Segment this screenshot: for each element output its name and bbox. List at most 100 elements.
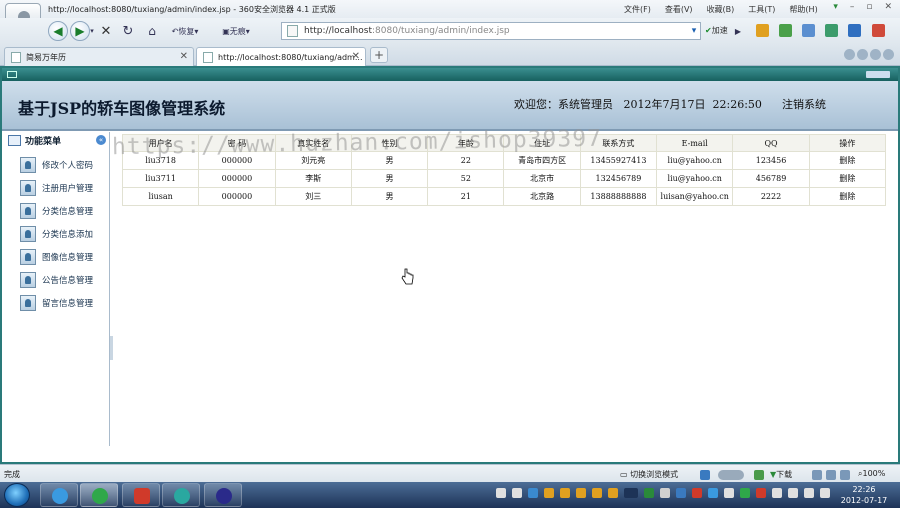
close-tab-icon[interactable]: ✕ [352, 51, 360, 62]
sidebar-item-categories[interactable]: 分类信息管理 [20, 202, 93, 220]
collapse-icon[interactable]: « [96, 135, 106, 145]
cell-address: 北京市 [503, 169, 581, 188]
window-icon[interactable] [812, 470, 822, 480]
go-icon[interactable]: ▾ [688, 22, 700, 40]
taskbar-clock[interactable]: 22:26 2012-07-17 [838, 484, 890, 506]
window-controls: ▾ – ▫ ✕ [833, 2, 892, 12]
accelerate-button[interactable]: ✔加速 [705, 25, 728, 36]
toggle-icon[interactable] [718, 470, 744, 480]
taskbar-360-browser[interactable] [80, 483, 118, 507]
shirt-icon[interactable]: ▾ [833, 2, 838, 12]
minimize-icon[interactable]: – [850, 2, 855, 12]
window-title: http://localhost:8080/tuxiang/admin/inde… [48, 5, 336, 14]
taskbar-eclipse[interactable] [204, 483, 242, 507]
qq-icon[interactable] [544, 488, 554, 498]
incognito-button[interactable]: ▣ 无痕 ▾ [214, 22, 258, 40]
tray-icon[interactable] [772, 488, 782, 498]
tray-icon[interactable] [692, 488, 702, 498]
sidebar-item-users[interactable]: 注册用户管理 [20, 179, 93, 197]
menu-view[interactable]: 查看(V) [665, 4, 693, 15]
delete-link[interactable]: 删除 [808, 169, 887, 188]
switch-mode-button[interactable]: ▭ 切换浏览模式 [620, 469, 678, 480]
restore-icon[interactable]: ▫ [866, 2, 872, 12]
menu-file[interactable]: 文件(F) [624, 4, 651, 15]
menu-favorites[interactable]: 收藏(B) [707, 4, 735, 15]
tray-icon[interactable] [512, 488, 522, 498]
cube-icon[interactable] [756, 24, 769, 37]
app-icon[interactable] [754, 470, 764, 480]
status-text: 完成 [4, 470, 20, 479]
welcome-text: 欢迎您：系统管理员 2012年7月17日 22:26:50 [514, 98, 762, 111]
sidebar-item-add-category[interactable]: 分类信息添加 [20, 225, 93, 243]
delete-link[interactable]: 删除 [808, 187, 887, 206]
cell-address: 青岛市四方区 [503, 151, 581, 170]
tray-icon[interactable] [660, 488, 670, 498]
sidebar-item-messages[interactable]: 留言信息管理 [20, 294, 93, 312]
sidebar-item-images[interactable]: 图像信息管理 [20, 248, 93, 266]
download-button[interactable]: ▼下载 [770, 469, 792, 480]
tray-icon[interactable] [496, 488, 506, 498]
sidebar-item-change-password[interactable]: 修改个人密码 [20, 156, 93, 174]
tool-icon[interactable] [802, 24, 815, 37]
globe-icon[interactable] [700, 470, 710, 480]
shield-icon[interactable] [872, 24, 885, 37]
qq-icon[interactable] [576, 488, 586, 498]
play-icon[interactable]: ▶ [733, 22, 743, 40]
qq-icon[interactable] [608, 488, 618, 498]
home-button[interactable]: ⌂ [144, 22, 160, 40]
frame-icon [7, 71, 17, 78]
qq-icon[interactable] [592, 488, 602, 498]
screen-icon[interactable] [826, 470, 836, 480]
close-tab-icon[interactable]: ✕ [180, 51, 188, 62]
forward-dropdown-icon[interactable]: ▾ [88, 22, 96, 40]
sidebar-splitter[interactable] [110, 336, 113, 360]
speaker-icon[interactable] [840, 470, 850, 480]
tray-icon[interactable] [756, 488, 766, 498]
new-tab-button[interactable]: + [370, 47, 388, 63]
app-icon[interactable] [848, 24, 861, 37]
browser-menubar: 文件(F) 查看(V) 收藏(B) 工具(T) 帮助(H) [624, 4, 818, 15]
close-icon[interactable]: ✕ [884, 2, 892, 12]
tray-icon[interactable] [644, 488, 654, 498]
back-button[interactable]: ◀ [48, 21, 68, 41]
extension-icon[interactable] [779, 24, 792, 37]
zoom-level[interactable]: ⌕100% [858, 469, 885, 479]
tray-icon[interactable] [708, 488, 718, 498]
frame-control-icon[interactable] [866, 71, 890, 78]
incognito-icon: ▣ [222, 26, 230, 36]
forward-button[interactable]: ▶ [70, 21, 90, 41]
tab-prev-icon[interactable] [857, 49, 868, 60]
menu-tools[interactable]: 工具(T) [748, 4, 775, 15]
sidebar-item-notices[interactable]: 公告信息管理 [20, 271, 93, 289]
taskbar-globe[interactable] [162, 483, 200, 507]
tray-icon[interactable] [724, 488, 734, 498]
tab-admin[interactable]: http://localhost:8080/tuxiang/adm... ✕ [196, 47, 366, 66]
taskbar-toolbox[interactable] [122, 483, 160, 507]
tray-icon[interactable] [804, 488, 814, 498]
col-action: 操作 [808, 134, 887, 152]
tab-list-icon[interactable] [844, 49, 855, 60]
logout-link[interactable]: 注销系统 [782, 96, 826, 112]
mode-icon: ▭ [620, 470, 631, 479]
tab-next-icon[interactable] [870, 49, 881, 60]
tab-calendar[interactable]: 简易万年历 ✕ [4, 47, 194, 66]
qq-icon[interactable] [560, 488, 570, 498]
volume-icon[interactable] [820, 488, 830, 498]
address-bar[interactable]: http://localhost:8080/tuxiang/admin/inde… [281, 22, 701, 40]
start-button[interactable] [4, 483, 30, 507]
user-icon [20, 272, 36, 288]
cell-phone: 13888888888 [579, 187, 658, 206]
delete-link[interactable]: 删除 [808, 151, 887, 170]
menu-help[interactable]: 帮助(H) [789, 4, 817, 15]
gear-icon[interactable] [825, 24, 838, 37]
tray-icon[interactable] [676, 488, 686, 498]
tray-icon[interactable] [528, 488, 538, 498]
tray-icon[interactable] [788, 488, 798, 498]
stop-button[interactable]: ✕ [98, 22, 114, 40]
restore-closed-button[interactable]: ↶ 恢复 ▾ [166, 22, 204, 40]
taskbar-ie[interactable] [40, 483, 78, 507]
tray-icon[interactable] [740, 488, 750, 498]
refresh-button[interactable]: ↻ [120, 22, 136, 40]
tab-menu-icon[interactable] [883, 49, 894, 60]
cell-qq: 123456 [732, 151, 810, 170]
